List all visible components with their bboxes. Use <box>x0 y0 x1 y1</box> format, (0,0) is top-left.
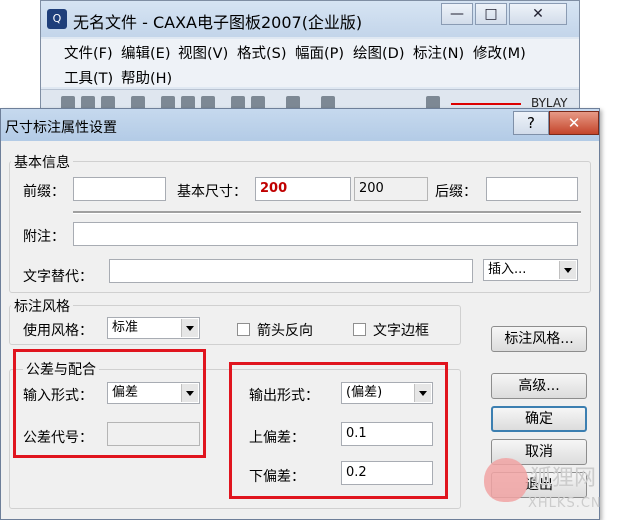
menu-bar: 文件(F) 编辑(E) 视图(V) 格式(S) 幅面(P) 绘图(D) 标注(N… <box>41 39 579 87</box>
menu-format[interactable]: 格式(S) <box>237 42 287 63</box>
text-border-label: 文字边框 <box>373 323 429 339</box>
ok-button[interactable]: 确定 <box>491 406 587 432</box>
text-border-checkbox[interactable] <box>353 323 366 336</box>
use-style-value: 标准 <box>112 320 139 335</box>
watermark-url: XHLKS.CN <box>528 496 602 511</box>
watermark-text: 狐狸网 <box>530 466 597 491</box>
basic-info-title: 基本信息 <box>11 152 73 172</box>
insert-dropdown-label: 插入... <box>488 262 527 277</box>
highlight-box-input-form <box>13 349 206 458</box>
menu-tools[interactable]: 工具(T) <box>64 67 113 88</box>
suffix-input[interactable] <box>486 177 578 201</box>
main-window: Q 无名文件 - CAXA电子图板2007(企业版) — □ ✕ 文件(F) 编… <box>40 0 580 120</box>
advanced-button[interactable]: 高级... <box>491 373 587 399</box>
menu-help[interactable]: 帮助(H) <box>121 67 172 88</box>
base-size-display: 200 <box>354 177 428 201</box>
base-size-input[interactable]: 200 <box>255 177 351 201</box>
menu-dimension[interactable]: 标注(N) <box>413 42 464 63</box>
menu-edit[interactable]: 编辑(E) <box>121 42 170 63</box>
dialog-close-button[interactable]: ✕ <box>549 111 599 135</box>
menu-view[interactable]: 视图(V) <box>178 42 228 63</box>
main-titlebar: Q 无名文件 - CAXA电子图板2007(企业版) — □ ✕ <box>41 1 579 37</box>
caxa-logo-icon: Q <box>47 9 67 29</box>
dim-style-title: 标注风格 <box>11 296 73 316</box>
watermark: 狐狸网 XHLKS.CN <box>478 452 621 520</box>
use-style-label: 使用风格： <box>23 323 93 339</box>
highlight-box-output-form <box>229 362 448 499</box>
menu-sheet[interactable]: 幅面(P) <box>295 42 344 63</box>
use-style-dropdown[interactable]: 标准 <box>107 317 200 339</box>
separator <box>73 211 581 214</box>
dialog-titlebar: 尺寸标注属性设置 ? ✕ <box>1 109 599 141</box>
chevron-down-icon <box>559 261 576 279</box>
menu-draw[interactable]: 绘图(D) <box>353 42 404 63</box>
dialog-help-button[interactable]: ? <box>513 111 549 135</box>
insert-dropdown[interactable]: 插入... <box>483 259 578 281</box>
base-size-label: 基本尺寸： <box>177 184 247 200</box>
maximize-button[interactable]: □ <box>475 3 507 25</box>
main-close-button[interactable]: ✕ <box>509 3 567 25</box>
arrow-reverse-label: 箭头反向 <box>257 323 313 339</box>
arrow-reverse-checkbox[interactable] <box>237 323 250 336</box>
note-label: 附注： <box>23 229 65 245</box>
main-window-title: 无名文件 - CAXA电子图板2007(企业版) <box>73 13 363 32</box>
text-replace-label: 文字替代： <box>23 269 93 285</box>
prefix-label: 前缀： <box>23 184 65 200</box>
chevron-down-icon <box>181 319 198 337</box>
dim-style-button[interactable]: 标注风格... <box>491 326 587 352</box>
minimize-button[interactable]: — <box>441 3 473 25</box>
menu-file[interactable]: 文件(F) <box>64 42 113 63</box>
note-input[interactable] <box>73 222 578 246</box>
prefix-input[interactable] <box>73 177 166 201</box>
suffix-label: 后缀： <box>435 184 477 200</box>
text-replace-input[interactable] <box>109 259 473 283</box>
menu-modify[interactable]: 修改(M) <box>473 42 526 63</box>
line-color-preview <box>451 103 521 105</box>
dialog-title: 尺寸标注属性设置 <box>5 120 117 136</box>
fox-logo-icon <box>484 458 528 502</box>
